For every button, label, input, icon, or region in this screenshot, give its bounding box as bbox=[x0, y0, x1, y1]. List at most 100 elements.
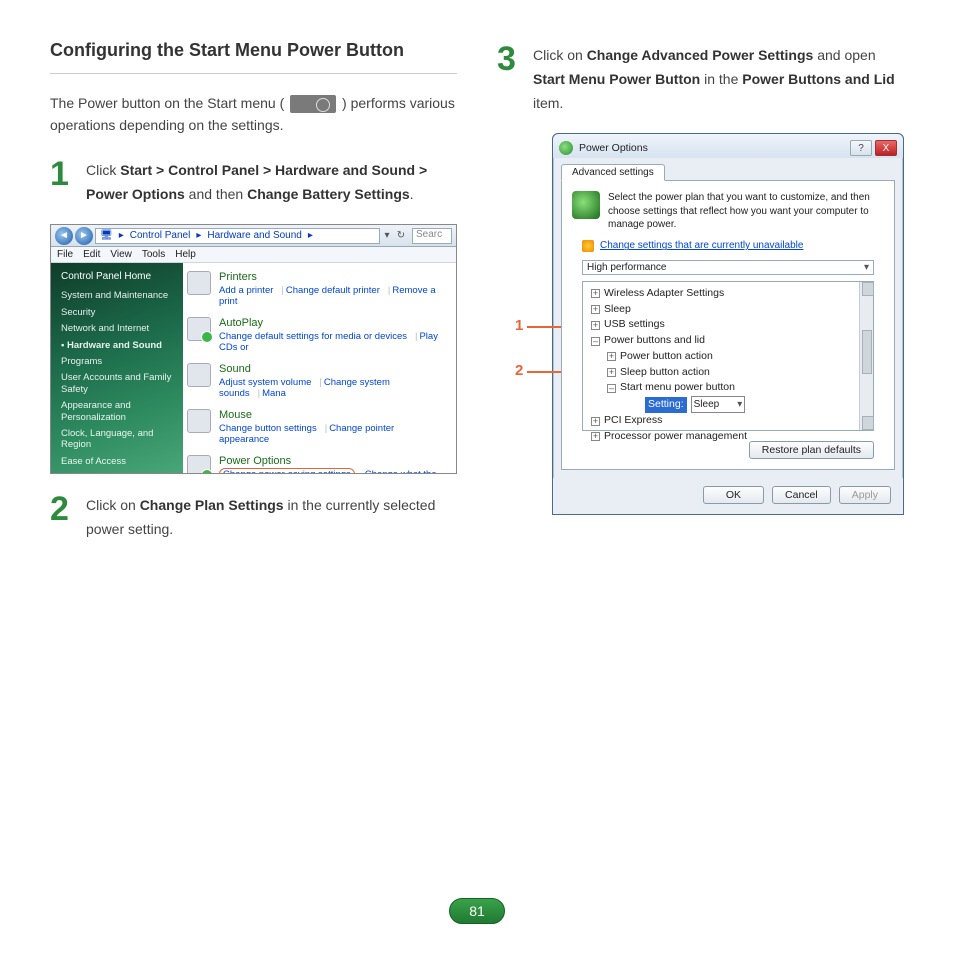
sidebar-item[interactable]: Network and Internet bbox=[61, 323, 173, 334]
expand-icon[interactable]: + bbox=[591, 417, 600, 426]
cp-heading[interactable]: Mouse bbox=[219, 409, 452, 421]
tree-item[interactable]: +PCI Express bbox=[591, 413, 869, 429]
change-power-saving-link[interactable]: Change power-saving settings bbox=[219, 468, 355, 473]
tree-item[interactable]: +Sleep bbox=[591, 302, 869, 318]
callout-2: 2 bbox=[515, 362, 523, 379]
dialog-title-bar: Power Options ? X bbox=[553, 134, 903, 158]
sidebar-item[interactable]: User Accounts and Family Safety bbox=[61, 372, 173, 395]
tree-item[interactable]: +Wireless Adapter Settings bbox=[591, 286, 869, 302]
tree-item[interactable]: +Processor power management bbox=[591, 429, 869, 445]
change-unavailable-link[interactable]: Change settings that are currently unava… bbox=[582, 240, 884, 252]
sidebar-item[interactable]: Additional Options bbox=[61, 472, 173, 473]
cp-mouse: Mouse Change button settings|Change poin… bbox=[187, 409, 452, 445]
scrollbar[interactable] bbox=[859, 282, 873, 430]
back-button-icon[interactable]: ◄ bbox=[55, 227, 73, 245]
expand-icon[interactable]: + bbox=[591, 305, 600, 314]
expand-icon[interactable]: + bbox=[591, 432, 600, 441]
cp-heading[interactable]: AutoPlay bbox=[219, 317, 452, 329]
menu-view[interactable]: View bbox=[110, 249, 132, 260]
screenshot-control-panel: ◄ ► 🖥 ▸ Control Panel ▸ Hardware and Sou… bbox=[50, 224, 457, 474]
cp-heading[interactable]: Power Options bbox=[219, 455, 452, 467]
sidebar-item[interactable]: System and Maintenance bbox=[61, 290, 173, 301]
cp-sound: Sound Adjust system volume|Change system… bbox=[187, 363, 452, 399]
step-number: 1 bbox=[50, 159, 76, 207]
dialog-description: Select the power plan that you want to c… bbox=[608, 191, 884, 232]
setting-dropdown[interactable]: Sleep▾ bbox=[691, 396, 746, 413]
help-button[interactable]: ? bbox=[850, 140, 872, 156]
page-title: Configuring the Start Menu Power Button bbox=[50, 40, 457, 61]
tree-setting-row: Setting: Sleep▾ bbox=[623, 396, 869, 413]
sound-icon bbox=[187, 363, 211, 387]
tree-item-start-menu-power-button[interactable]: –Start menu power button bbox=[607, 380, 869, 396]
search-input[interactable]: Searc bbox=[412, 228, 452, 244]
chevron-down-icon: ▾ bbox=[864, 262, 869, 273]
power-icon bbox=[559, 141, 573, 155]
step-1: 1 Click Start > Control Panel > Hardware… bbox=[50, 159, 457, 207]
tree-item[interactable]: +Sleep button action bbox=[607, 365, 869, 381]
sidebar-item[interactable]: Clock, Language, and Region bbox=[61, 428, 173, 451]
sidebar-item[interactable]: Ease of Access bbox=[61, 456, 173, 467]
control-panel-main: Printers Add a printer|Change default pr… bbox=[183, 263, 456, 473]
tree-item[interactable]: +Power button action bbox=[607, 349, 869, 365]
step-3-text: Click on Change Advanced Power Settings … bbox=[533, 44, 904, 115]
sidebar-item[interactable]: Appearance and Personalization bbox=[61, 400, 173, 423]
collapse-icon[interactable]: – bbox=[591, 337, 600, 346]
callout-1: 1 bbox=[515, 317, 523, 334]
tree-item-power-buttons-lid[interactable]: –Power buttons and lid bbox=[591, 333, 869, 349]
expand-icon[interactable]: + bbox=[607, 368, 616, 377]
cp-heading[interactable]: Printers bbox=[219, 271, 452, 283]
dialog-title: Power Options bbox=[579, 142, 648, 154]
divider bbox=[50, 73, 457, 74]
breadcrumb[interactable]: 🖥 ▸ Control Panel ▸ Hardware and Sound ▸ bbox=[95, 228, 380, 244]
tab-bar: Advanced settings bbox=[553, 158, 903, 181]
sidebar-item-hardware-sound[interactable]: Hardware and Sound bbox=[61, 340, 173, 351]
crumb-dropdown-icon[interactable]: ▾ bbox=[380, 230, 394, 241]
folder-icon: 🖥 bbox=[100, 230, 113, 241]
power-options-dialog: Power Options ? X Advanced settings Sele… bbox=[552, 133, 904, 515]
intro-before: The Power button on the Start menu ( bbox=[50, 95, 284, 111]
expand-icon[interactable]: + bbox=[591, 289, 600, 298]
tree-item[interactable]: +USB settings bbox=[591, 317, 869, 333]
printers-icon bbox=[187, 271, 211, 295]
cp-autoplay: AutoPlay Change default settings for med… bbox=[187, 317, 452, 353]
step-2: 2 Click on Change Plan Settings in the c… bbox=[50, 494, 457, 542]
sidebar-item[interactable]: Security bbox=[61, 307, 173, 318]
shield-icon bbox=[582, 240, 594, 252]
page-number: 81 bbox=[449, 898, 505, 924]
dialog-button-bar: OK Cancel Apply bbox=[553, 478, 903, 514]
step-2-text: Click on Change Plan Settings in the cur… bbox=[86, 494, 457, 542]
cp-heading[interactable]: Sound bbox=[219, 363, 452, 375]
expand-icon[interactable]: + bbox=[591, 321, 600, 330]
screenshot-power-options-dialog: 1 2 Power Options ? X Advance bbox=[497, 133, 904, 515]
control-panel-sidebar: Control Panel Home System and Maintenanc… bbox=[51, 263, 183, 473]
sidebar-item[interactable]: Programs bbox=[61, 356, 173, 367]
crumb-control-panel[interactable]: Control Panel bbox=[130, 230, 191, 241]
forward-button-icon[interactable]: ► bbox=[75, 227, 93, 245]
step-number: 2 bbox=[50, 494, 76, 542]
menu-help[interactable]: Help bbox=[175, 249, 196, 260]
ok-button[interactable]: OK bbox=[703, 486, 764, 504]
menu-edit[interactable]: Edit bbox=[83, 249, 100, 260]
menu-tools[interactable]: Tools bbox=[142, 249, 165, 260]
cp-printers: Printers Add a printer|Change default pr… bbox=[187, 271, 452, 307]
explorer-nav-bar: ◄ ► 🖥 ▸ Control Panel ▸ Hardware and Sou… bbox=[51, 225, 456, 247]
crumb-hardware-sound[interactable]: Hardware and Sound bbox=[207, 230, 302, 241]
menu-file[interactable]: File bbox=[57, 249, 73, 260]
tab-advanced-settings[interactable]: Advanced settings bbox=[561, 164, 665, 181]
power-options-icon bbox=[187, 455, 211, 473]
expand-icon[interactable]: + bbox=[607, 352, 616, 361]
refresh-icon[interactable]: ↻ bbox=[394, 230, 408, 241]
sidebar-header[interactable]: Control Panel Home bbox=[61, 271, 173, 282]
cancel-button[interactable]: Cancel bbox=[772, 486, 831, 504]
setting-label: Setting: bbox=[645, 397, 687, 413]
settings-tree: +Wireless Adapter Settings +Sleep +USB s… bbox=[582, 281, 874, 431]
step-1-text: Click Start > Control Panel > Hardware a… bbox=[86, 159, 457, 207]
cp-power-options: Power Options Change power-saving settin… bbox=[187, 455, 452, 473]
scrollbar-thumb[interactable] bbox=[862, 330, 872, 374]
power-plan-dropdown[interactable]: High performance ▾ bbox=[582, 260, 874, 275]
step-3: 3 Click on Change Advanced Power Setting… bbox=[497, 44, 904, 115]
dialog-pane: Select the power plan that you want to c… bbox=[561, 180, 895, 470]
apply-button[interactable]: Apply bbox=[839, 486, 891, 504]
close-button[interactable]: X bbox=[875, 140, 897, 156]
collapse-icon[interactable]: – bbox=[607, 384, 616, 393]
